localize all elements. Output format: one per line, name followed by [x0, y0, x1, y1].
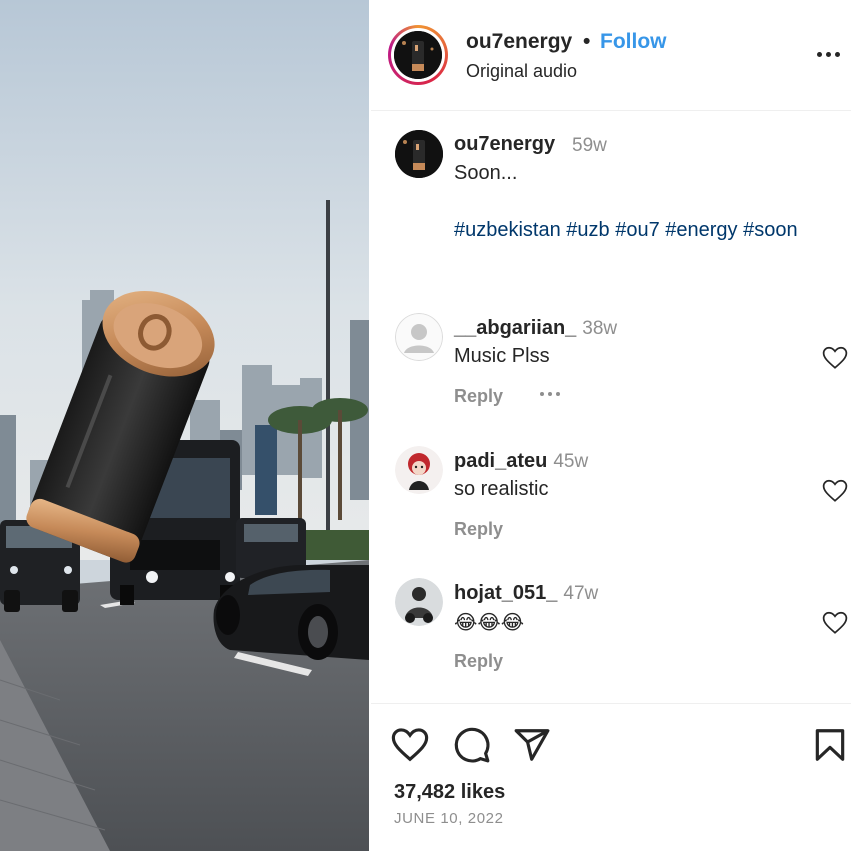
caption-text: Soon... [454, 162, 518, 184]
post-actions: 37,482 likes JUNE 10, 2022 [371, 703, 851, 851]
comment-item: padi_ateu 45w so realistic Reply [371, 446, 851, 556]
more-icon[interactable] [815, 48, 843, 60]
comment-timestamp[interactable]: 45w [553, 451, 588, 472]
likes-count[interactable]: 37,482 likes [394, 781, 505, 804]
can-logo-icon [395, 130, 443, 178]
comment-more-icon[interactable] [537, 391, 563, 399]
bookmark-icon[interactable] [811, 726, 849, 764]
comment-icon[interactable] [453, 726, 491, 764]
comment-timestamp[interactable]: 38w [582, 318, 617, 339]
comment-like-heart-icon[interactable] [822, 346, 848, 370]
comment-avatar[interactable] [395, 578, 443, 626]
anime-avatar-icon [395, 446, 443, 494]
comment-user-line: hojat_051_ 47w [454, 582, 598, 605]
comment-username[interactable]: hojat_051_ [454, 582, 557, 604]
reply-button[interactable]: Reply [454, 386, 503, 407]
comment-item: __abgariian_ 38w Music Plss Reply [371, 313, 851, 423]
comment-user-line: __abgariian_ 38w [454, 317, 617, 340]
audio-link[interactable]: Original audio [466, 61, 577, 82]
share-icon[interactable] [513, 726, 551, 764]
reply-button[interactable]: Reply [454, 651, 503, 672]
caption-hashtags[interactable]: #uzbekistan #uzb #ou7 #energy #soon [454, 219, 798, 242]
photo-avatar-icon [395, 578, 443, 626]
caption-username[interactable]: ou7energy [454, 133, 555, 156]
post-date[interactable]: JUNE 10, 2022 [394, 810, 504, 827]
comment-like-heart-icon[interactable] [822, 479, 848, 503]
media-image [0, 0, 369, 851]
can-logo-icon [394, 31, 442, 79]
owner-avatar[interactable] [388, 25, 448, 85]
comment-item: hojat_051_ 47w 😂😂😂 Reply [371, 578, 851, 688]
comment-username[interactable]: padi_ateu [454, 450, 547, 472]
comment-text: Music Plss [454, 345, 550, 367]
caption-avatar[interactable] [395, 130, 443, 178]
owner-username[interactable]: ou7energy [466, 30, 572, 54]
default-avatar-icon [395, 313, 443, 361]
follow-button[interactable]: Follow [600, 30, 667, 54]
comment-timestamp[interactable]: 47w [563, 583, 598, 604]
post-details-panel: ou7energy • Follow Original audio ou7ene… [371, 0, 851, 851]
separator-dot: • [583, 30, 591, 53]
heart-icon[interactable] [391, 726, 429, 764]
comment-text: so realistic [454, 478, 549, 500]
comment-user-line: padi_ateu 45w [454, 450, 588, 473]
comment-username[interactable]: __abgariian_ [454, 317, 576, 339]
comment-like-heart-icon[interactable] [822, 611, 848, 635]
reply-button[interactable]: Reply [454, 519, 503, 540]
comment-avatar[interactable] [395, 446, 443, 494]
comment-text: 😂😂😂 [454, 612, 525, 634]
caption-timestamp[interactable]: 59w [572, 135, 607, 157]
comment-avatar[interactable] [395, 313, 443, 361]
post-media[interactable] [0, 0, 369, 851]
post-header: ou7energy • Follow Original audio [371, 0, 851, 111]
